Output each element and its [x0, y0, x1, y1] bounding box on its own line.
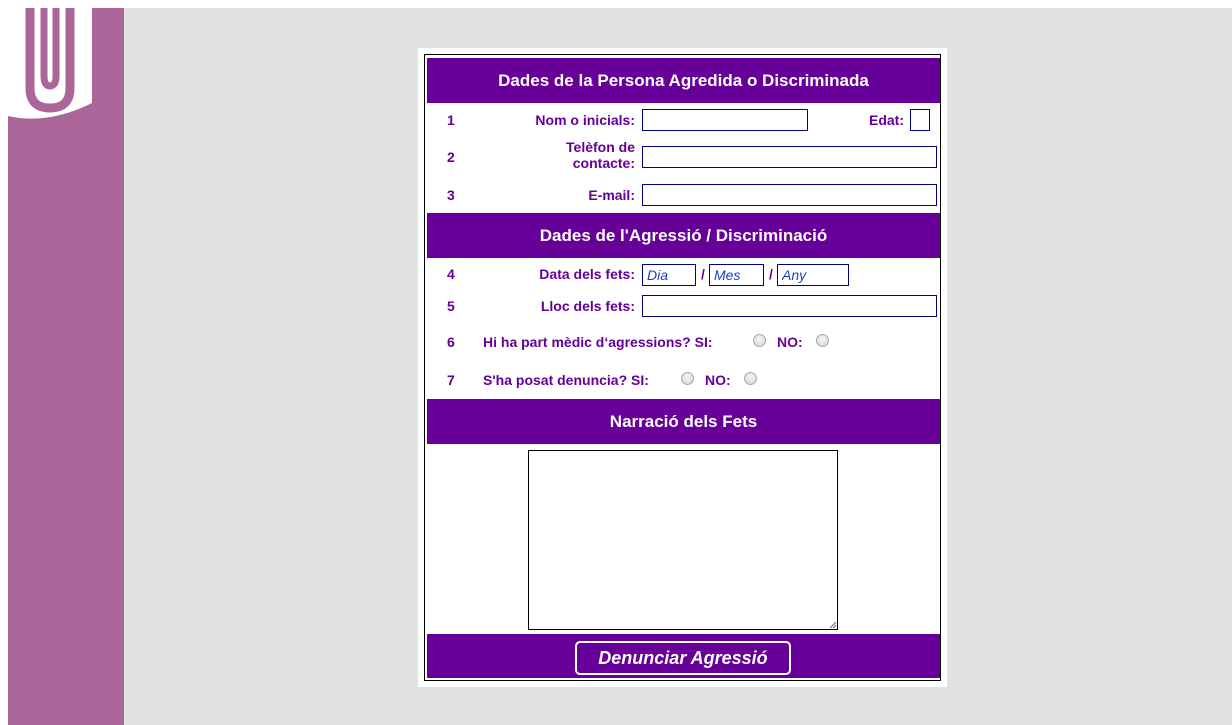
report-no-label: NO:	[705, 372, 731, 388]
phone-input[interactable]	[642, 146, 937, 168]
month-input[interactable]	[709, 264, 764, 286]
medical-yes-radio[interactable]	[753, 334, 766, 347]
section-header-narration: Narració dels Fets	[427, 399, 940, 444]
row-number: 5	[447, 298, 455, 314]
report-no-radio[interactable]	[744, 372, 757, 385]
section-header-aggression: Dades de l'Agressió / Discriminació	[427, 213, 940, 258]
report-question: S'ha posat denuncia? SI:	[483, 372, 649, 388]
medical-no-label: NO:	[777, 334, 803, 350]
day-input[interactable]	[642, 264, 696, 286]
place-label: Lloc dels fets:	[540, 298, 635, 314]
date-label: Data dels fets:	[539, 266, 635, 282]
age-input[interactable]	[910, 109, 930, 131]
email-label: E-mail:	[588, 187, 635, 203]
phone-label-line2: contacte:	[572, 155, 635, 171]
row-number: 3	[447, 187, 455, 203]
narration-textarea[interactable]	[528, 450, 838, 630]
row-number: 7	[447, 372, 455, 388]
paperclip-icon	[8, 8, 92, 119]
section-header-person: Dades de la Persona Agredida o Discrimin…	[427, 58, 940, 103]
row-number: 2	[447, 149, 455, 165]
date-separator: /	[769, 266, 773, 282]
medical-no-radio[interactable]	[816, 334, 829, 347]
phone-label-line1: Telèfon de	[566, 139, 635, 155]
age-label: Edat:	[869, 112, 904, 128]
place-input[interactable]	[642, 295, 937, 317]
name-label: Nom o inicials:	[535, 112, 635, 128]
email-input[interactable]	[642, 184, 937, 206]
date-separator: /	[701, 266, 705, 282]
report-yes-radio[interactable]	[681, 372, 694, 385]
submit-button[interactable]: Denunciar Agressió	[575, 641, 791, 675]
resize-grip-icon[interactable]	[829, 621, 837, 629]
row-number: 4	[447, 266, 455, 282]
row-number: 6	[447, 334, 455, 350]
year-input[interactable]	[777, 264, 849, 286]
phone-label: Telèfon de contacte:	[500, 139, 635, 171]
medical-question: Hi ha part mèdic d‘agressions? SI:	[483, 334, 713, 350]
name-input[interactable]	[642, 109, 808, 131]
row-number: 1	[447, 112, 455, 128]
